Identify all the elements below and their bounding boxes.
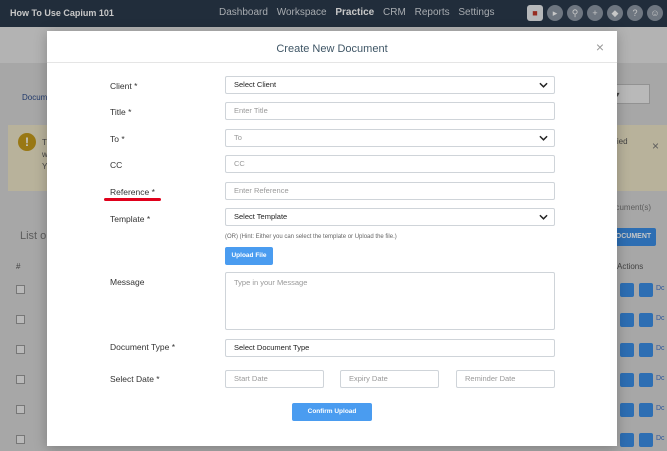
chevron-down-icon: [539, 82, 548, 88]
expiry-date-placeholder: Expiry Date: [349, 374, 388, 383]
cc-label: CC: [110, 160, 123, 170]
modal-title: Create New Document: [276, 43, 388, 55]
client-select[interactable]: Select Client: [225, 76, 555, 94]
client-label: Client *: [110, 81, 138, 91]
document-type-label: Document Type *: [110, 342, 176, 352]
title-input[interactable]: Enter Title: [225, 102, 555, 120]
reference-input[interactable]: Enter Reference: [225, 182, 555, 200]
upload-file-button[interactable]: Upload File: [225, 247, 273, 265]
document-type-select[interactable]: Select Document Type: [225, 339, 555, 357]
template-hint: (OR) (Hint: Either you can select the te…: [225, 234, 397, 240]
to-select[interactable]: To: [225, 129, 555, 147]
reminder-date-input[interactable]: Reminder Date: [456, 370, 555, 388]
confirm-upload-button[interactable]: Confirm Upload: [292, 403, 372, 421]
start-date-input[interactable]: Start Date: [225, 370, 324, 388]
template-select-value: Select Template: [234, 212, 288, 221]
chevron-down-icon: [539, 135, 548, 141]
document-type-value: Select Document Type: [234, 343, 310, 352]
template-select[interactable]: Select Template: [225, 208, 555, 226]
start-date-placeholder: Start Date: [234, 374, 268, 383]
template-label: Template *: [110, 214, 151, 224]
close-icon[interactable]: ×: [596, 40, 604, 54]
reference-placeholder: Enter Reference: [234, 186, 289, 195]
title-placeholder: Enter Title: [234, 106, 268, 115]
reference-underline-annotation: [104, 198, 161, 201]
select-date-label: Select Date *: [110, 374, 160, 384]
message-label: Message: [110, 277, 145, 287]
message-placeholder: Type in your Message: [234, 278, 308, 287]
cc-placeholder: CC: [234, 159, 245, 168]
reminder-date-placeholder: Reminder Date: [465, 374, 516, 383]
cc-input[interactable]: CC: [225, 155, 555, 173]
to-placeholder: To: [234, 133, 242, 142]
create-document-modal: Create New Document × Client * Title * T…: [47, 31, 617, 446]
expiry-date-input[interactable]: Expiry Date: [340, 370, 439, 388]
to-label: To *: [110, 134, 125, 144]
divider: [47, 62, 617, 63]
reference-label: Reference *: [110, 187, 155, 197]
chevron-down-icon: [539, 214, 548, 220]
client-select-value: Select Client: [234, 80, 277, 89]
message-textarea[interactable]: Type in your Message: [225, 272, 555, 330]
title-label: Title *: [110, 107, 132, 117]
